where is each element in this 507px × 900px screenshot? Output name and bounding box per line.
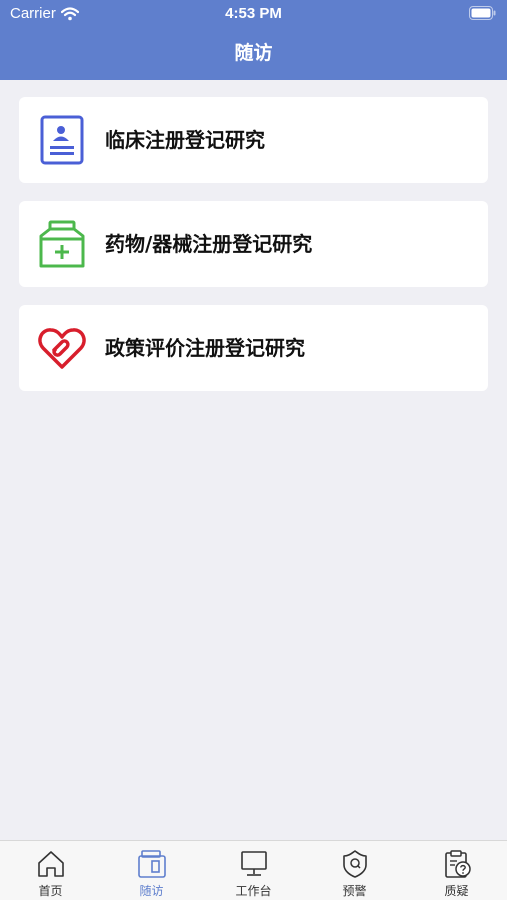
clinical-document-icon xyxy=(40,115,84,165)
policy-evaluation-registry-card[interactable]: 政策评价注册登记研究 xyxy=(19,305,488,391)
home-icon xyxy=(38,851,64,877)
study-list: 临床注册登记研究 药物/器械注册登记研究 政策评价注册登记研究 xyxy=(0,80,507,840)
tab-queries[interactable]: 质疑 xyxy=(406,841,507,900)
page-title: 随访 xyxy=(234,42,273,64)
status-bar: Carrier 4:53 PM xyxy=(0,0,507,28)
tab-label: 质疑 xyxy=(444,884,469,898)
battery-icon xyxy=(469,6,496,20)
drug-device-registry-card[interactable]: 药物/器械注册登记研究 xyxy=(19,201,488,287)
tab-label: 预警 xyxy=(342,884,367,898)
card-label: 药物/器械注册登记研究 xyxy=(105,232,313,256)
card-label: 政策评价注册登记研究 xyxy=(105,336,305,360)
followup-icon xyxy=(138,850,166,878)
tab-home[interactable]: 首页 xyxy=(0,841,101,900)
tab-label: 工作台 xyxy=(235,884,272,898)
tab-workbench[interactable]: 工作台 xyxy=(203,841,304,900)
tab-label: 随访 xyxy=(139,884,164,898)
shield-alert-icon xyxy=(343,850,367,878)
clock: 4:53 PM xyxy=(225,5,282,22)
monitor-icon xyxy=(241,851,267,876)
tab-followup[interactable]: 随访 xyxy=(101,841,202,900)
clipboard-question-icon xyxy=(445,850,471,878)
app-header: Carrier 4:53 PM 随访 xyxy=(0,0,507,80)
clinical-registry-card[interactable]: 临床注册登记研究 xyxy=(19,97,488,183)
tab-bar: 首页 随访 工作台 预警 质疑 xyxy=(0,840,507,900)
tab-alerts[interactable]: 预警 xyxy=(304,841,405,900)
medicine-bottle-icon xyxy=(39,220,85,268)
tab-label: 首页 xyxy=(38,884,63,898)
card-label: 临床注册登记研究 xyxy=(105,128,265,152)
heart-link-icon xyxy=(38,328,86,369)
